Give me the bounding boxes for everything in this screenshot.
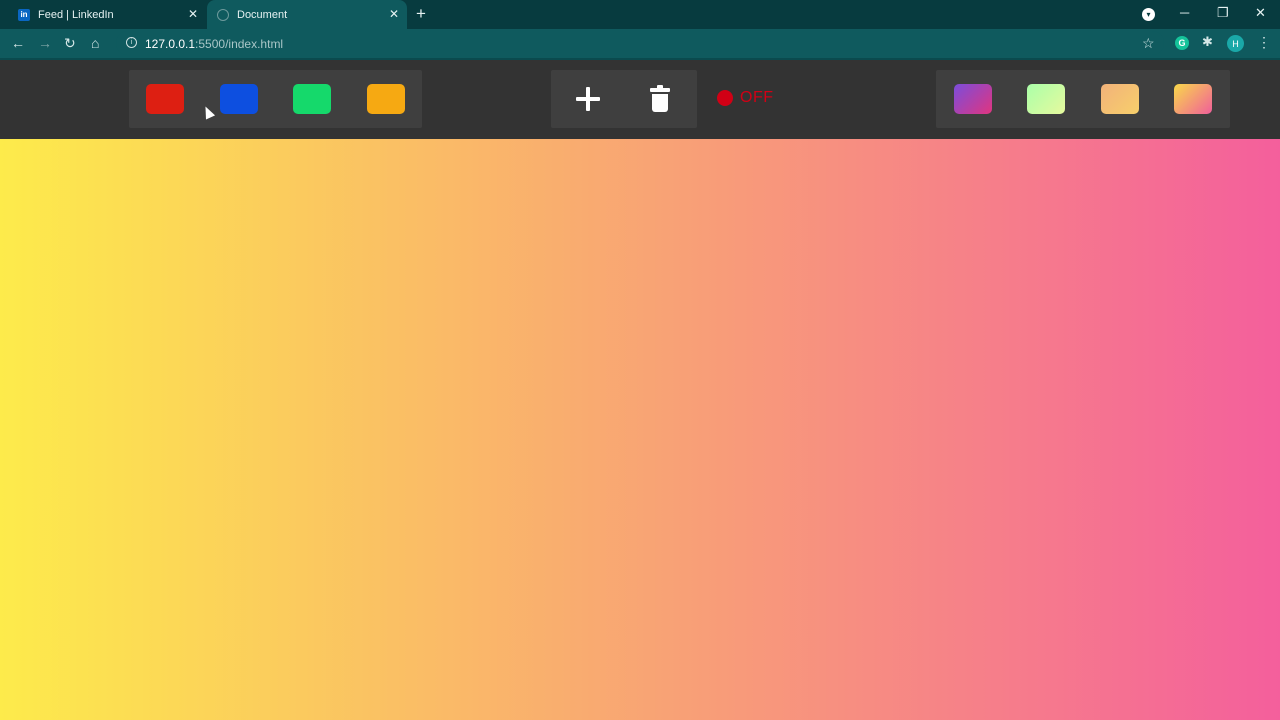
solid-colors-panel (129, 70, 422, 128)
close-icon[interactable]: ✕ (188, 7, 198, 21)
drawing-canvas[interactable] (0, 139, 1280, 720)
gradient-swatch-purple-pink[interactable] (954, 84, 992, 114)
actions-panel (551, 70, 697, 128)
tab-document[interactable]: Document ✕ (207, 0, 407, 29)
url-path: :5500/index.html (195, 37, 284, 51)
app-header (0, 60, 1280, 139)
home-icon[interactable]: ⌂ (91, 35, 99, 51)
add-button[interactable] (573, 84, 603, 114)
new-tab-icon[interactable]: + (416, 5, 426, 23)
color-swatch-green[interactable] (293, 84, 331, 114)
globe-icon (217, 8, 229, 21)
extensions-puzzle-icon[interactable]: ✱ (1202, 34, 1213, 50)
minimize-icon[interactable]: ─ (1180, 5, 1189, 20)
tab-strip: in Feed | LinkedIn ✕ Document ✕ + ▾ ─ ❐ … (0, 0, 1280, 29)
status-toggle[interactable]: OFF (717, 89, 774, 107)
color-swatch-blue[interactable] (220, 84, 258, 114)
gradient-swatch-yellow-pink[interactable] (1174, 84, 1212, 114)
back-icon[interactable]: ← (11, 35, 25, 51)
grammarly-extension-icon[interactable]: G (1175, 36, 1189, 50)
url-text[interactable]: 127.0.0.1:5500/index.html (145, 37, 283, 51)
reload-icon[interactable]: ↻ (64, 35, 76, 51)
tab-title: Feed | LinkedIn (38, 8, 114, 21)
delete-button[interactable] (650, 85, 670, 112)
color-swatch-red[interactable] (146, 84, 184, 114)
profile-avatar[interactable]: H (1227, 35, 1244, 52)
status-dot-icon (717, 90, 733, 106)
bookmark-star-icon[interactable]: ☆ (1142, 35, 1155, 52)
info-icon[interactable]: i (126, 37, 137, 48)
color-swatch-orange[interactable] (367, 84, 405, 114)
menu-dots-icon[interactable]: ⋮ (1257, 34, 1271, 51)
url-host: 127.0.0.1 (145, 37, 196, 51)
restore-icon[interactable]: ❐ (1217, 5, 1229, 21)
tab-linkedin[interactable]: in Feed | LinkedIn ✕ (8, 0, 206, 29)
status-text: OFF (740, 89, 774, 106)
chevron-down-icon[interactable]: ▾ (1142, 8, 1155, 21)
forward-icon[interactable]: → (38, 35, 52, 51)
trash-lid (650, 88, 670, 92)
tab-title: Document (237, 8, 288, 21)
window-close-icon[interactable]: ✕ (1255, 5, 1266, 21)
gradient-swatch-peach[interactable] (1101, 84, 1139, 114)
gradients-panel (936, 70, 1230, 128)
gradient-swatch-mint[interactable] (1027, 84, 1065, 114)
linkedin-icon: in (18, 8, 30, 21)
close-icon[interactable]: ✕ (389, 7, 399, 21)
trash-body (652, 94, 668, 112)
